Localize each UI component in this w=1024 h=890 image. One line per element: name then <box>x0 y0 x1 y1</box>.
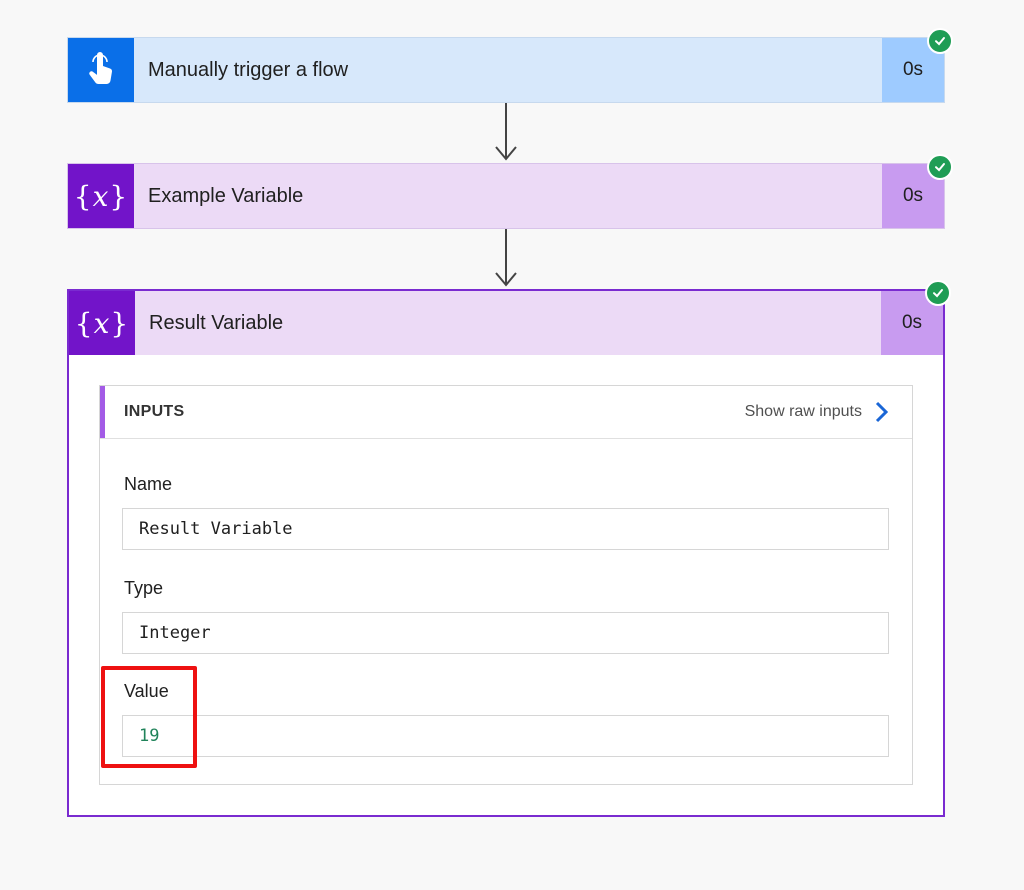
step-header[interactable]: {x} Example Variable 0s <box>68 154 953 228</box>
variable-icon: {x} <box>69 291 135 355</box>
step-header[interactable]: Manually trigger a flow 0s <box>68 28 953 102</box>
variable-icon: {x} <box>68 164 134 228</box>
success-check-icon <box>927 28 953 54</box>
hand-touch-icon <box>68 38 134 102</box>
show-raw-inputs-label: Show raw inputs <box>744 403 862 420</box>
success-check-icon <box>925 280 951 306</box>
chevron-right-icon <box>875 401 888 423</box>
step-title: Manually trigger a flow <box>148 58 349 81</box>
arrow-down-icon <box>495 229 517 287</box>
step-header[interactable]: {x} Result Variable 0s <box>69 280 951 355</box>
highlight-box <box>101 666 197 768</box>
field-label-name: Name <box>124 474 173 494</box>
show-raw-inputs-link[interactable]: Show raw inputs <box>745 401 912 423</box>
arrow-down-icon <box>495 103 517 161</box>
field-value-value: 19 <box>122 715 889 757</box>
field-label-type: Type <box>124 578 164 598</box>
inputs-panel: INPUTS Show raw inputs Name Result Varia… <box>99 385 913 785</box>
success-check-icon <box>927 154 953 180</box>
step-card-result-variable[interactable]: {x} Result Variable 0s INPUTS Show raw i… <box>67 280 951 817</box>
step-card-trigger[interactable]: Manually trigger a flow 0s <box>67 28 953 103</box>
inputs-heading: INPUTS <box>124 403 185 420</box>
step-title: Example Variable <box>148 184 304 207</box>
step-card-example-variable[interactable]: {x} Example Variable 0s <box>67 154 953 229</box>
step-title: Result Variable <box>149 311 284 334</box>
field-value-name: Result Variable <box>122 508 889 550</box>
field-value-type: Integer <box>122 612 889 654</box>
inputs-header: INPUTS Show raw inputs <box>100 386 912 439</box>
inputs-accent-bar <box>100 386 105 438</box>
